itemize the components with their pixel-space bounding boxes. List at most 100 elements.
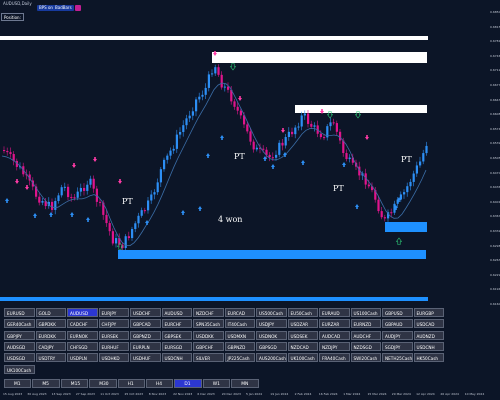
price-tick-label: 0.61600	[490, 302, 500, 306]
symbol-button[interactable]: GBPSEK	[161, 330, 192, 340]
symbol-button[interactable]: US500Cash	[256, 308, 287, 317]
time-axis[interactable]: 15 Aug 2023 30 Aug 2023 13 Sep 2023 27 Sep …	[0, 389, 490, 400]
candle	[425, 141, 428, 156]
symbol-button[interactable]: NZDJPY	[319, 341, 350, 351]
timeframe-button-d1[interactable]: D1	[174, 379, 202, 388]
symbol-button[interactable]: USDPLN	[67, 353, 98, 363]
symbol-button[interactable]: SGDJPY	[382, 341, 413, 351]
symbol-button[interactable]: CHFSGD	[67, 341, 98, 351]
symbol-button[interactable]: USDNOK	[256, 330, 287, 340]
symbol-button[interactable]: USDTRY	[35, 353, 66, 363]
timeframe-button-m5[interactable]: M5	[32, 379, 60, 388]
symbol-button[interactable]: AUDNZD	[413, 330, 444, 340]
symbol-button[interactable]: GBPJPY	[4, 330, 35, 340]
symbol-button[interactable]: AUDSGD	[4, 341, 35, 351]
symbol-button[interactable]: CADJPY	[35, 341, 66, 351]
symbol-button[interactable]: GBPCHF	[193, 341, 224, 351]
symbol-button[interactable]: EURCAD	[224, 308, 255, 317]
symbol-button[interactable]: USDCNH	[413, 341, 444, 351]
symbol-button[interactable]: EURJPY	[98, 308, 129, 317]
candle	[415, 161, 418, 177]
buy-signal-arrow-icon	[181, 210, 185, 215]
price-tick-label: 0.65740	[490, 126, 500, 131]
symbol-button[interactable]: NZDCAD	[287, 341, 318, 351]
candle	[63, 182, 66, 192]
symbol-button[interactable]: SILVER	[193, 353, 224, 363]
symbol-button[interactable]: FRA40Cash	[319, 353, 350, 363]
symbol-button[interactable]: AUS200Cash	[256, 353, 287, 363]
time-tick-label: 27 Sep 2023	[75, 392, 95, 396]
timeframe-button-h4[interactable]: H4	[146, 379, 174, 388]
symbol-button[interactable]: GBPSGD	[256, 341, 287, 351]
price-axis[interactable]: 0.68500 0.68155 0.67810 0.67465 0.67120 0.667…	[490, 4, 500, 389]
candle	[47, 197, 50, 209]
symbol-button[interactable]: UK100Cash	[4, 364, 35, 374]
symbol-button[interactable]: EURZAR	[319, 319, 350, 329]
symbol-button[interactable]: CHFJPY	[98, 319, 129, 329]
hollow-down-arrow-icon	[229, 63, 237, 71]
symbol-button[interactable]: USDSEK	[287, 330, 318, 340]
symbol-button[interactable]: USDCNH	[161, 353, 192, 363]
symbol-button[interactable]: US100Cash	[350, 308, 381, 317]
symbol-button[interactable]: EURHUF	[98, 341, 129, 351]
symbol-button[interactable]: GBPNZD	[130, 330, 161, 340]
candle	[287, 127, 290, 141]
candle	[159, 166, 162, 188]
symbol-button[interactable]: USDMXN	[224, 330, 255, 340]
timeframe-button-m30[interactable]: M30	[89, 379, 117, 388]
symbol-button[interactable]: SPN35Cash	[193, 319, 224, 329]
symbol-button[interactable]: EURDKK	[35, 330, 66, 340]
symbol-button[interactable]: GBPNZD	[224, 341, 255, 351]
candle	[12, 151, 15, 166]
timeframe-button-h1[interactable]: H1	[117, 379, 145, 388]
timeframe-button-mn[interactable]: MN	[231, 379, 259, 388]
symbol-button[interactable]: NZDSGD	[350, 341, 381, 351]
symbol-button[interactable]: JP225Cash	[224, 353, 255, 363]
symbol-button[interactable]: CADCHF	[67, 319, 98, 329]
symbol-button[interactable]: USDZAR	[287, 319, 318, 329]
pt-label: PT	[234, 152, 245, 161]
symbol-button[interactable]: USDJPY	[256, 319, 287, 329]
symbol-button[interactable]: NETH25Cash	[382, 353, 413, 363]
symbol-button[interactable]: HK50Cash	[413, 353, 444, 363]
symbol-button[interactable]: EURCHF	[161, 319, 192, 329]
symbol-button[interactable]: EURPLN	[130, 341, 161, 351]
candle	[294, 125, 297, 139]
symbol-button[interactable]: EURNOK	[67, 330, 98, 340]
symbol-button[interactable]: GBPAUD	[382, 319, 413, 329]
symbol-button[interactable]: AUDCAD	[319, 330, 350, 340]
symbol-button[interactable]: EURNZD	[350, 319, 381, 329]
symbol-button[interactable]: NZDCHF	[193, 308, 224, 317]
symbol-button[interactable]: USDHKD	[98, 353, 129, 363]
symbol-button[interactable]: USDCHF	[130, 308, 161, 317]
symbol-button[interactable]: GOLD	[35, 308, 66, 317]
symbol-button[interactable]: EURAUD	[319, 308, 350, 317]
time-tick-label: 2 Feb 2024	[294, 392, 312, 396]
symbol-button[interactable]: USDCAD	[413, 319, 444, 329]
symbol-button[interactable]: AUDCHF	[350, 330, 381, 340]
buy-signal-arrow-icon	[220, 135, 224, 140]
timeframe-button-m1[interactable]: M1	[4, 379, 32, 388]
timeframe-button-m15[interactable]: M15	[60, 379, 89, 388]
symbol-button[interactable]: EURGBP	[413, 308, 444, 317]
symbol-button[interactable]: GBPCAD	[130, 319, 161, 329]
symbol-button[interactable]: AUDJPY	[382, 330, 413, 340]
symbol-button[interactable]: USDSGD	[4, 353, 35, 363]
symbol-button[interactable]: IT40Cash	[224, 319, 255, 329]
candle	[335, 120, 338, 136]
symbol-button[interactable]: SWI20Cash	[350, 353, 381, 363]
symbol-button[interactable]: USDHUF	[130, 353, 161, 363]
symbol-button[interactable]: UK100Cash	[287, 353, 318, 363]
symbol-button[interactable]: GBPDKK	[35, 319, 66, 329]
symbol-button[interactable]: AUDUSD	[161, 308, 192, 317]
symbol-button[interactable]: EU50Cash	[287, 308, 318, 317]
symbol-button[interactable]: AUDUSD	[67, 308, 98, 317]
symbol-button[interactable]: EURSEK	[98, 330, 129, 340]
symbol-button[interactable]: USDDKK	[193, 330, 224, 340]
symbol-button[interactable]: EURSGD	[161, 341, 192, 351]
hollow-up-arrow-icon	[395, 237, 403, 245]
timeframe-button-w1[interactable]: W1	[202, 379, 231, 388]
symbol-button[interactable]: GBPUSD	[382, 308, 413, 317]
symbol-button[interactable]: EURUSD	[4, 308, 35, 317]
symbol-button[interactable]: GER40Cash	[4, 319, 35, 329]
